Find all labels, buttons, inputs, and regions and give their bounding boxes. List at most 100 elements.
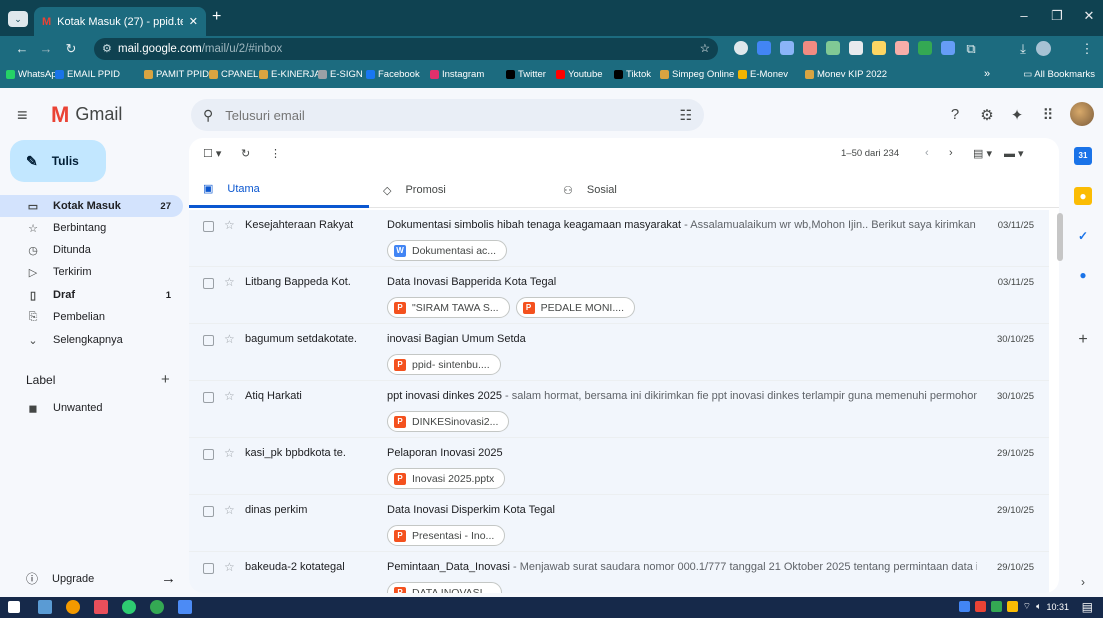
extension-icon[interactable] [918, 41, 932, 55]
refresh-icon[interactable]: ↻ [241, 147, 250, 160]
wifi-icon[interactable]: ⌔ [1023, 601, 1031, 612]
account-avatar[interactable] [1070, 102, 1094, 126]
google-apps-icon[interactable]: ⠿ [1038, 106, 1058, 124]
all-bookmarks-button[interactable]: ▭ All Bookmarks [1023, 69, 1095, 80]
sidebar-item-selengkapnya[interactable]: ⌄ Selengkapnya [0, 329, 183, 351]
notifications-icon[interactable]: ▤ [1082, 600, 1093, 614]
tab-social[interactable]: ⚇ Sosial [549, 172, 729, 208]
label-item-unwanted[interactable]: ◼ Unwanted [0, 397, 183, 419]
add-label-icon[interactable]: + [161, 371, 170, 388]
sidebar-item-ditunda[interactable]: ◷ Ditunda [0, 239, 183, 261]
bookmark-item[interactable]: Youtube [556, 69, 603, 80]
tray-app-icon[interactable] [974, 601, 986, 612]
bookmark-item[interactable]: Twitter [506, 69, 546, 80]
bookmark-item[interactable]: E-KINERJA [259, 69, 321, 80]
keep-icon[interactable]: ● [1074, 187, 1092, 205]
taskbar-app-icon[interactable] [38, 600, 52, 614]
bookmark-item[interactable]: E-SIGN [318, 69, 363, 80]
bookmark-item[interactable]: Tiktok [614, 69, 651, 80]
next-page-icon[interactable]: › [949, 147, 953, 159]
taskbar-app-icon[interactable] [66, 600, 80, 614]
close-tab-icon[interactable]: ✕ [189, 15, 198, 28]
attachment-chip[interactable]: W Dokumentasi ac... [387, 240, 508, 261]
email-row[interactable]: ☆ Atiq Harkati ppt inovasi dinkes 2025 - s… [189, 381, 1049, 438]
reload-icon[interactable]: ↻ [62, 41, 80, 57]
row-checkbox[interactable] [203, 221, 214, 232]
get-addons-icon[interactable]: + [1074, 331, 1092, 349]
bookmark-item[interactable]: CPANEL [209, 69, 258, 80]
extensions-puzzle-icon[interactable]: ⧉ [962, 41, 980, 57]
extension-icon[interactable] [734, 41, 748, 55]
email-row[interactable]: ☆ dinas perkim Data Inovasi Disperkim Kota… [189, 495, 1049, 552]
star-icon[interactable]: ☆ [224, 560, 235, 574]
prev-page-icon[interactable]: ‹ [925, 147, 929, 159]
row-checkbox[interactable] [203, 278, 214, 289]
more-bookmarks-icon[interactable]: » [984, 68, 990, 80]
more-options-icon[interactable]: ⋮ [270, 147, 281, 160]
close-window-icon[interactable]: ✕ [1079, 8, 1099, 24]
sidebar-item-kotak-masuk[interactable]: ▭ Kotak Masuk 27 [0, 195, 183, 217]
download-icon[interactable]: ⤓ [1014, 41, 1032, 57]
tab-promotions[interactable]: ◇ Promosi [369, 172, 549, 208]
attachment-chip[interactable]: P DATA INOVASI... [387, 582, 503, 593]
tab-primary[interactable]: ▣ Utama [189, 172, 369, 208]
taskbar-app-icon[interactable] [94, 600, 108, 614]
windows-start-icon[interactable] [8, 601, 20, 613]
attachment-chip[interactable]: P PEDALE MONI.... [515, 297, 636, 318]
search-options-icon[interactable]: ☷ [679, 107, 692, 124]
settings-gear-icon[interactable]: ⚙ [977, 106, 997, 124]
search-icon[interactable]: ⚲ [203, 107, 213, 124]
bookmark-item[interactable]: Instagram [430, 69, 484, 80]
search-input[interactable] [225, 107, 668, 123]
star-icon[interactable]: ☆ [224, 503, 235, 517]
back-icon[interactable]: ← [13, 41, 31, 56]
bookmark-item[interactable]: PAMIT PPID [144, 69, 209, 80]
attachment-chip[interactable]: P Inovasi 2025.pptx [387, 468, 506, 489]
expand-panel-icon[interactable]: › [1074, 573, 1092, 591]
main-menu-icon[interactable]: ≡ [17, 106, 28, 124]
site-info-icon[interactable]: ⚙ [102, 38, 112, 60]
attachment-chip[interactable]: P Presentasi - Ino... [387, 525, 506, 546]
bookmark-item[interactable]: Monev KIP 2022 [805, 69, 887, 80]
select-all-checkbox[interactable]: ☐ ▾ [203, 147, 221, 160]
upgrade-button[interactable]: ⓘ Upgrade → [26, 570, 176, 587]
extension-icon[interactable] [826, 41, 840, 55]
bookmark-item[interactable]: Facebook [366, 69, 420, 80]
sidebar-item-draf[interactable]: ▯ Draf 1 [0, 284, 183, 306]
bookmark-star-icon[interactable]: ☆ [700, 38, 710, 60]
row-checkbox[interactable] [203, 392, 214, 403]
row-checkbox[interactable] [203, 335, 214, 346]
address-bar[interactable]: ⚙ mail.google.com/mail/u/2/#inbox ☆ [94, 38, 718, 60]
clock-text[interactable]: 10:31 [1046, 602, 1069, 612]
email-row[interactable]: ☆ bakeuda-2 kotategal Pemintaan_Data_Inova… [189, 552, 1049, 593]
star-icon[interactable]: ☆ [224, 332, 235, 346]
bookmark-item[interactable]: EMAIL PPID [55, 69, 120, 80]
extension-icon[interactable] [757, 41, 771, 55]
email-row[interactable]: ☆ Kesejahteraan Rakyat Dokumentasi simboli… [189, 210, 1049, 267]
new-tab-button[interactable]: + [212, 9, 221, 25]
attachment-chip[interactable]: P "SIRAM TAWA S... [387, 297, 510, 318]
star-icon[interactable]: ☆ [224, 218, 235, 232]
email-row[interactable]: ☆ Litbang Bappeda Kot. Data Inovasi Bapper… [189, 267, 1049, 324]
tray-app-icon[interactable] [958, 601, 970, 612]
row-checkbox[interactable] [203, 506, 214, 517]
extension-icon[interactable] [780, 41, 794, 55]
taskbar-app-icon[interactable] [178, 600, 192, 614]
help-icon[interactable]: ? [945, 106, 965, 123]
bookmark-item[interactable]: E-Monev [738, 69, 788, 80]
tray-app-icon[interactable] [990, 601, 1002, 612]
star-icon[interactable]: ☆ [224, 275, 235, 289]
volume-icon[interactable]: 🔈︎ [1036, 601, 1041, 612]
row-checkbox[interactable] [203, 563, 214, 574]
forward-icon[interactable]: → [37, 41, 55, 56]
extension-icon[interactable] [803, 41, 817, 55]
gemini-sparkle-icon[interactable]: ✦ [1007, 106, 1027, 124]
star-icon[interactable]: ☆ [224, 389, 235, 403]
tasks-icon[interactable]: ✓ [1074, 227, 1092, 245]
attachment-chip[interactable]: P DINKESinovasi2... [387, 411, 510, 432]
sidebar-item-berbintang[interactable]: ☆ Berbintang [0, 217, 183, 239]
bookmark-item[interactable]: Simpeg Online [660, 69, 734, 80]
extension-icon[interactable] [849, 41, 863, 55]
profile-avatar[interactable] [1036, 41, 1051, 56]
tab-search-button[interactable]: ⌄ [8, 11, 28, 27]
